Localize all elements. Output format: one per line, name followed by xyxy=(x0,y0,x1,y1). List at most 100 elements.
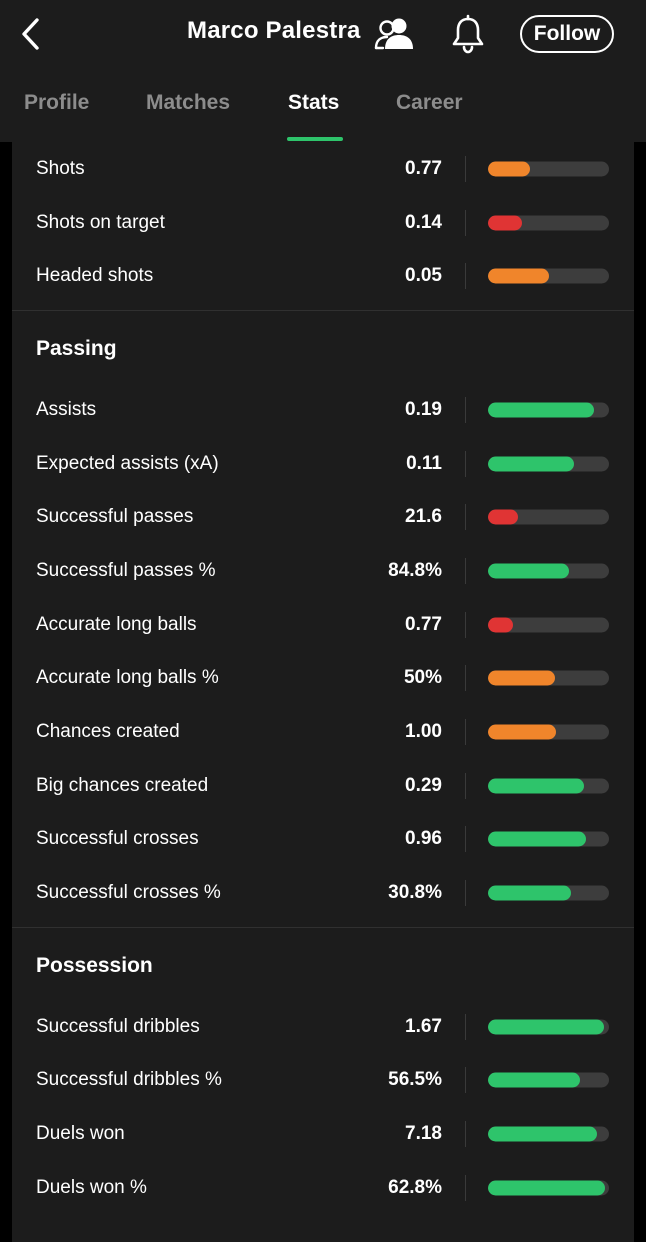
stats-section: Possession Successful dribbles 1.67 Success… xyxy=(12,926,634,1215)
value-separator xyxy=(465,611,466,638)
stat-label: Successful crosses xyxy=(36,828,199,850)
stat-label: Headed shots xyxy=(36,265,154,287)
percentile-bar xyxy=(488,1019,609,1035)
stat-label: Successful crosses % xyxy=(36,882,221,904)
stat-value: 0.19 xyxy=(405,398,442,420)
value-separator xyxy=(465,719,466,746)
top-bar: Marco Palestra Follow Profile Matches St… xyxy=(0,0,646,142)
percentile-bar-fill xyxy=(488,885,572,901)
bell-icon xyxy=(452,14,484,54)
value-separator xyxy=(465,1067,466,1094)
stat-label: Duels won % xyxy=(36,1176,147,1198)
percentile-bar xyxy=(488,617,609,633)
percentile-bar xyxy=(488,1072,609,1088)
value-separator xyxy=(465,450,466,477)
follow-button[interactable]: Follow xyxy=(520,15,614,53)
value-separator xyxy=(465,557,466,584)
stats-section: Shots 0.77 Shots on target 0.14 Headed shots… xyxy=(12,142,634,303)
stat-label: Assists xyxy=(36,398,97,420)
stat-label: Accurate long balls % xyxy=(36,667,219,689)
percentile-bar-fill xyxy=(488,617,514,633)
stat-label: Accurate long balls xyxy=(36,613,197,635)
tab-stats[interactable]: Stats xyxy=(288,91,339,115)
stat-value: 0.29 xyxy=(405,774,442,796)
stat-row[interactable]: Accurate long balls 0.77 xyxy=(12,598,634,652)
stat-value: 0.77 xyxy=(405,613,442,635)
stat-label: Shots on target xyxy=(36,211,165,233)
people-button[interactable] xyxy=(373,14,419,54)
percentile-bar xyxy=(488,563,609,579)
value-separator xyxy=(465,1013,466,1040)
stat-value: 1.00 xyxy=(405,721,442,743)
percentile-bar-fill xyxy=(488,268,549,284)
percentile-bar xyxy=(488,831,609,847)
percentile-bar xyxy=(488,268,609,284)
value-separator xyxy=(465,665,466,692)
value-separator xyxy=(465,772,466,799)
stat-row[interactable]: Successful dribbles 1.67 xyxy=(12,1000,634,1054)
stat-row[interactable]: Shots 0.77 xyxy=(12,142,634,196)
stat-row[interactable]: Successful passes % 84.8% xyxy=(12,544,634,598)
stat-row[interactable]: Assists 0.19 xyxy=(12,383,634,437)
stats-card: Shots 0.77 Shots on target 0.14 Headed shots… xyxy=(12,142,634,1242)
percentile-bar xyxy=(488,885,609,901)
stat-label: Chances created xyxy=(36,721,180,743)
section-title: Passing xyxy=(36,337,117,361)
percentile-bar xyxy=(488,402,609,418)
stat-value: 0.14 xyxy=(405,211,442,233)
stat-value: 84.8% xyxy=(388,559,442,581)
percentile-bar xyxy=(488,1180,609,1196)
stat-row[interactable]: Successful crosses % 30.8% xyxy=(12,866,634,920)
stat-row[interactable]: Duels won % 62.8% xyxy=(12,1161,634,1215)
stat-row[interactable]: Successful passes 21.6 xyxy=(12,490,634,544)
stat-row[interactable]: Accurate long balls % 50% xyxy=(12,652,634,706)
stat-value: 0.96 xyxy=(405,828,442,850)
stat-value: 0.77 xyxy=(405,157,442,179)
value-separator xyxy=(465,263,466,290)
percentile-bar-fill xyxy=(488,402,595,418)
stats-section: Passing Assists 0.19 Expected assists (xA) 0… xyxy=(12,310,634,920)
value-separator xyxy=(465,1121,466,1148)
value-separator xyxy=(465,504,466,531)
stat-value: 56.5% xyxy=(388,1069,442,1091)
stat-value: 0.05 xyxy=(405,265,442,287)
stat-value: 7.18 xyxy=(405,1123,442,1145)
stat-value: 50% xyxy=(403,667,442,689)
stat-label: Shots xyxy=(36,157,85,179)
people-icon xyxy=(374,18,413,50)
tab-profile[interactable]: Profile xyxy=(24,91,89,115)
stat-row[interactable]: Chances created 1.00 xyxy=(12,705,634,759)
stat-row[interactable]: Duels won 7.18 xyxy=(12,1107,634,1161)
percentile-bar xyxy=(488,456,609,472)
tab-career[interactable]: Career xyxy=(396,91,463,115)
percentile-bar-fill xyxy=(488,456,574,472)
stat-label: Successful dribbles xyxy=(36,1015,200,1037)
stat-row[interactable]: Expected assists (xA) 0.11 xyxy=(12,437,634,491)
stat-row[interactable]: Headed shots 0.05 xyxy=(12,249,634,303)
percentile-bar xyxy=(488,724,609,740)
percentile-bar-fill xyxy=(488,1180,606,1196)
stat-label: Successful passes % xyxy=(36,559,216,581)
percentile-bar-fill xyxy=(488,1072,580,1088)
tab-bar: Profile Matches Stats Career xyxy=(0,80,646,142)
stat-row[interactable]: Successful dribbles % 56.5% xyxy=(12,1054,634,1108)
value-separator xyxy=(465,209,466,236)
percentile-bar-fill xyxy=(488,563,570,579)
stat-value: 1.67 xyxy=(405,1015,442,1037)
stat-value: 30.8% xyxy=(388,882,442,904)
chevron-left-icon xyxy=(22,18,39,50)
stat-row[interactable]: Big chances created 0.29 xyxy=(12,759,634,813)
notifications-button[interactable] xyxy=(448,12,488,56)
stat-row[interactable]: Successful crosses 0.96 xyxy=(12,813,634,867)
percentile-bar-fill xyxy=(488,670,555,686)
stat-label: Expected assists (xA) xyxy=(36,452,219,474)
percentile-bar-fill xyxy=(488,509,519,525)
value-separator xyxy=(465,1174,466,1201)
tab-matches[interactable]: Matches xyxy=(146,91,230,115)
back-button[interactable] xyxy=(14,14,48,54)
player-name: Marco Palestra xyxy=(187,17,361,44)
stat-value: 0.11 xyxy=(406,452,442,474)
percentile-bar-fill xyxy=(488,1019,605,1035)
stat-row[interactable]: Shots on target 0.14 xyxy=(12,196,634,250)
percentile-bar xyxy=(488,509,609,525)
